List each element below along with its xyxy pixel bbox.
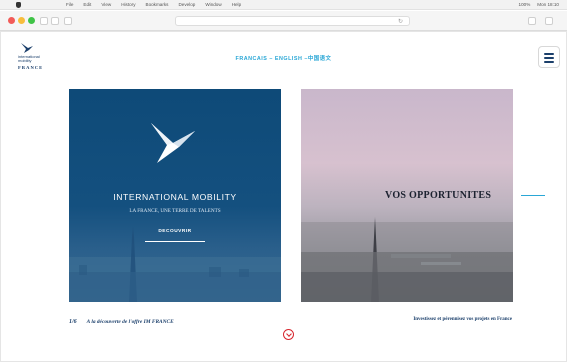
menu-help[interactable]: Help [232,2,241,7]
forward-button[interactable] [51,17,59,25]
menu-bar-line [544,61,554,63]
slide-accent-line [521,195,545,196]
card-title: INTERNATIONAL MOBILITY [113,192,237,202]
logo-line-3: FRANCE [18,65,44,70]
menu-develop[interactable]: Develop [178,2,195,7]
browser-toolbar: ↻ [0,11,567,31]
share-button[interactable] [528,17,536,25]
card-subtitle: LA FRANCE, UNE TERRE DE TALENTS [129,208,221,214]
reload-icon[interactable]: ↻ [398,18,403,25]
paris-aerial-image [301,217,513,302]
web-page: international mobility FRANCE FRANCAIS –… [0,32,567,362]
slide-card-international-mobility[interactable]: INTERNATIONAL MOBILITY LA FRANCE, UNE TE… [69,89,281,302]
close-window-button[interactable] [8,17,15,24]
back-button[interactable] [40,17,48,25]
tabs-button[interactable] [545,17,553,25]
chevron-down-icon [286,331,292,337]
menu-edit[interactable]: Edit [83,2,91,7]
sidebar-toggle-button[interactable] [64,17,72,25]
clock[interactable]: Mon 18:10 [537,2,559,7]
menu-bookmarks[interactable]: Bookmarks [146,2,169,7]
menu-window[interactable]: Window [205,2,221,7]
address-bar[interactable]: ↻ [175,16,410,26]
battery-status[interactable]: 100% [519,2,531,7]
menu-history[interactable]: History [121,2,135,7]
card-title: VOS OPPORTUNITES [385,190,492,201]
slide-card-opportunities[interactable]: VOS OPPORTUNITES [301,89,513,302]
hamburger-menu-button[interactable] [538,46,560,68]
macos-menu-bar: File Edit View History Bookmarks Develop… [0,0,567,10]
slide-caption-left: 1/6 A la découverte de l'offre IM FRANCE [69,319,174,325]
discover-link[interactable]: DECOUVRIR [69,229,281,234]
app-menus: File Edit View History Bookmarks Develop… [66,2,241,7]
menu-view[interactable]: View [101,2,111,7]
menu-bar-line [544,53,554,55]
scroll-down-button[interactable] [283,329,294,340]
apple-icon[interactable] [16,2,21,8]
lang-french[interactable]: FRANCAIS [236,56,268,62]
slide-caption-text: A la découverte de l'offre IM FRANCE [86,319,174,325]
slide-caption-right: Investissez et pérennisez vos projets en… [413,317,512,322]
menu-file[interactable]: File [66,2,73,7]
zoom-window-button[interactable] [28,17,35,24]
lang-separator: – [267,56,275,62]
menu-bar-line [544,57,554,59]
origami-bird-icon [151,123,195,163]
language-switcher: FRANCAIS – ENGLISH –中国语文 [0,54,567,62]
discover-underline [145,241,205,242]
lang-chinese[interactable]: 中国语文 [308,56,332,62]
bird-logo-icon [21,43,33,53]
menu-bar-status: 100% Mon 18:10 [519,2,559,7]
minimize-window-button[interactable] [18,17,25,24]
lang-english[interactable]: ENGLISH [275,56,302,62]
slide-counter: 1/6 [69,319,77,325]
